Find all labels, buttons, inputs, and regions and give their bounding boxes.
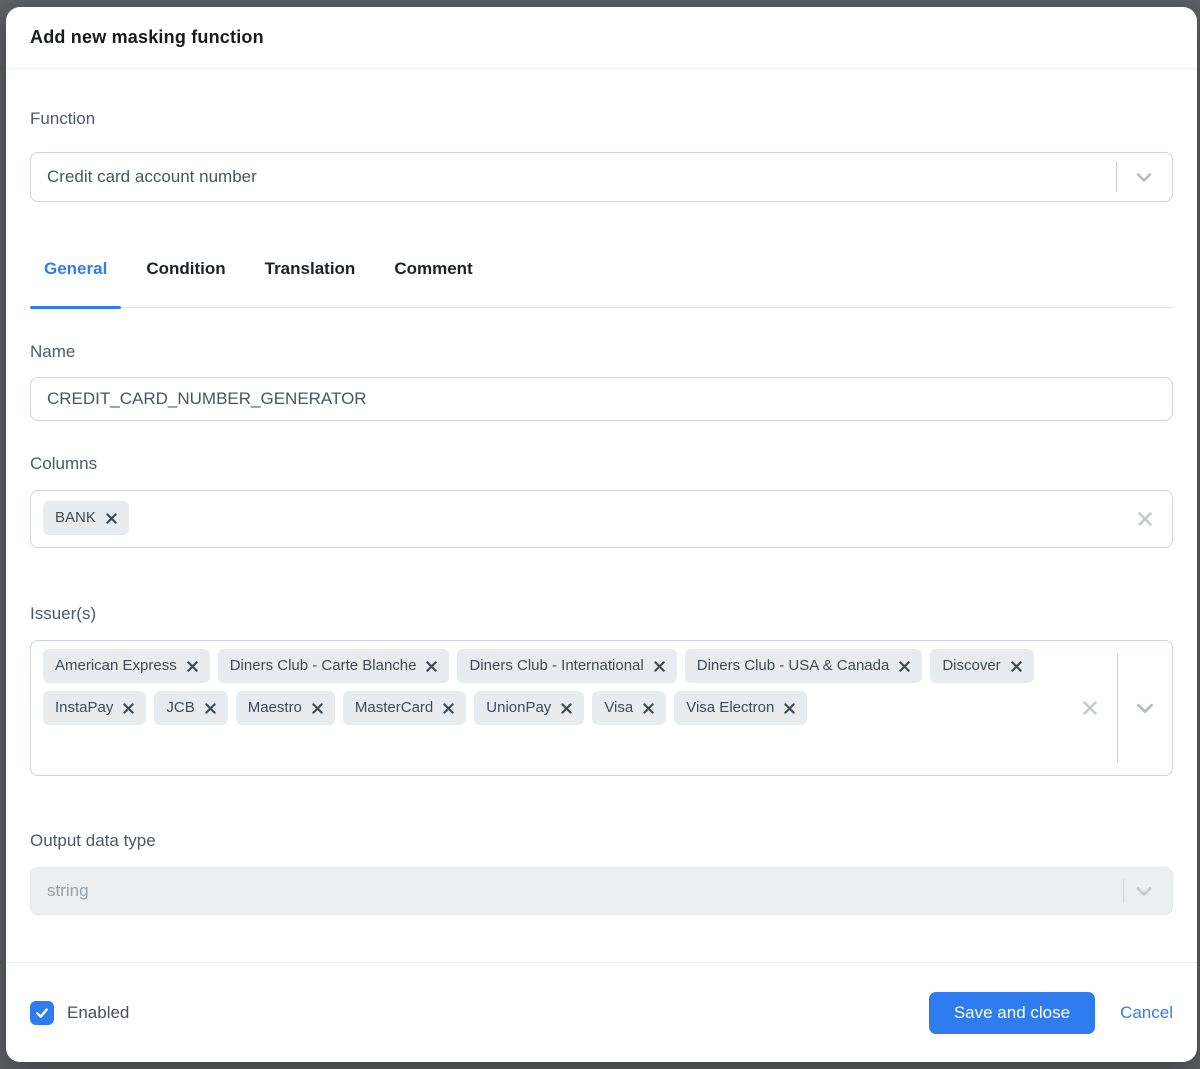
tag-remove-icon[interactable] bbox=[784, 703, 795, 714]
chevron-down-icon[interactable] bbox=[1118, 695, 1172, 721]
chevron-down-icon bbox=[1132, 879, 1156, 903]
tag-label: JCB bbox=[166, 697, 194, 719]
tag-chip: Discover bbox=[930, 649, 1033, 683]
tag-chip: Maestro bbox=[236, 691, 335, 725]
issuers-tag-list: American Express Diners Club - Carte Blan… bbox=[43, 649, 1052, 725]
clear-columns-icon[interactable] bbox=[1118, 510, 1172, 528]
tag-label: InstaPay bbox=[55, 697, 113, 719]
function-select-value: Credit card account number bbox=[47, 167, 257, 187]
tag-remove-icon[interactable] bbox=[205, 703, 216, 714]
tag-chip: MasterCard bbox=[343, 691, 466, 725]
tag-remove-icon[interactable] bbox=[426, 661, 437, 672]
tag-chip: American Express bbox=[43, 649, 210, 683]
tag-label: Discover bbox=[942, 655, 1000, 677]
function-select[interactable]: Credit card account number bbox=[30, 152, 1173, 202]
tag-remove-icon[interactable] bbox=[643, 703, 654, 714]
footer-actions: Save and close Cancel bbox=[929, 992, 1173, 1034]
output-type-label: Output data type bbox=[30, 829, 1173, 853]
tab-translation[interactable]: Translation bbox=[251, 257, 370, 307]
cancel-button[interactable]: Cancel bbox=[1120, 1003, 1173, 1023]
tag-chip: Diners Club - Carte Blanche bbox=[218, 649, 450, 683]
columns-field-controls bbox=[1118, 491, 1172, 547]
tag-label: American Express bbox=[55, 655, 177, 677]
tag-label: Diners Club - International bbox=[469, 655, 643, 677]
tab-bar: General Condition Translation Comment bbox=[30, 257, 1173, 308]
tag-label: Visa Electron bbox=[686, 697, 774, 719]
function-label: Function bbox=[30, 107, 1173, 131]
modal-body: Function Credit card account number Gene… bbox=[6, 69, 1197, 962]
modal-footer: Enabled Save and close Cancel bbox=[6, 962, 1197, 1062]
tag-remove-icon[interactable] bbox=[443, 703, 454, 714]
tab-comment[interactable]: Comment bbox=[380, 257, 486, 307]
columns-tag-list: BANK bbox=[43, 501, 1112, 535]
enabled-label: Enabled bbox=[67, 1003, 129, 1023]
tag-chip: UnionPay bbox=[474, 691, 584, 725]
select-separator bbox=[1123, 879, 1124, 903]
columns-label: Columns bbox=[30, 452, 1173, 476]
tag-remove-icon[interactable] bbox=[1011, 661, 1022, 672]
tag-label: Diners Club - Carte Blanche bbox=[230, 655, 417, 677]
save-and-close-button[interactable]: Save and close bbox=[929, 992, 1095, 1034]
tag-label: Maestro bbox=[248, 697, 302, 719]
issuers-label: Issuer(s) bbox=[30, 602, 1173, 626]
name-label: Name bbox=[30, 340, 1173, 364]
tag-chip: Visa Electron bbox=[674, 691, 807, 725]
columns-multiselect[interactable]: BANK bbox=[30, 490, 1173, 548]
tag-remove-icon[interactable] bbox=[561, 703, 572, 714]
output-type-value: string bbox=[47, 881, 89, 901]
enabled-control: Enabled bbox=[30, 1001, 129, 1025]
tag-chip: Visa bbox=[592, 691, 666, 725]
tag-chip: Diners Club - International bbox=[457, 649, 676, 683]
modal-title: Add new masking function bbox=[30, 27, 264, 48]
clear-issuers-icon[interactable] bbox=[1063, 699, 1117, 717]
tag-label: Visa bbox=[604, 697, 633, 719]
check-icon bbox=[34, 1005, 50, 1021]
issuers-multiselect[interactable]: American Express Diners Club - Carte Blan… bbox=[30, 640, 1173, 776]
tag-chip: Diners Club - USA & Canada bbox=[685, 649, 923, 683]
issuers-field-controls bbox=[1063, 641, 1172, 775]
output-type-select: string bbox=[30, 867, 1173, 915]
chevron-down-icon[interactable] bbox=[1132, 165, 1156, 189]
tag-chip: JCB bbox=[154, 691, 227, 725]
modal-header: Add new masking function bbox=[6, 7, 1197, 69]
add-masking-function-modal: Add new masking function Function Credit… bbox=[6, 7, 1197, 1062]
tag-remove-icon[interactable] bbox=[899, 661, 910, 672]
enabled-checkbox[interactable] bbox=[30, 1001, 54, 1025]
tag-label: UnionPay bbox=[486, 697, 551, 719]
tag-label: Diners Club - USA & Canada bbox=[697, 655, 890, 677]
tag-remove-icon[interactable] bbox=[654, 661, 665, 672]
tag-remove-icon[interactable] bbox=[187, 661, 198, 672]
select-separator bbox=[1116, 162, 1117, 192]
tag-remove-icon[interactable] bbox=[106, 513, 117, 524]
tag-chip: InstaPay bbox=[43, 691, 146, 725]
name-input[interactable] bbox=[30, 377, 1173, 421]
tag-label: MasterCard bbox=[355, 697, 433, 719]
tab-general[interactable]: General bbox=[30, 257, 121, 307]
tag-remove-icon[interactable] bbox=[312, 703, 323, 714]
tag-label: BANK bbox=[55, 507, 96, 529]
tag-remove-icon[interactable] bbox=[123, 703, 134, 714]
tag-chip: BANK bbox=[43, 501, 129, 535]
tab-condition[interactable]: Condition bbox=[132, 257, 239, 307]
